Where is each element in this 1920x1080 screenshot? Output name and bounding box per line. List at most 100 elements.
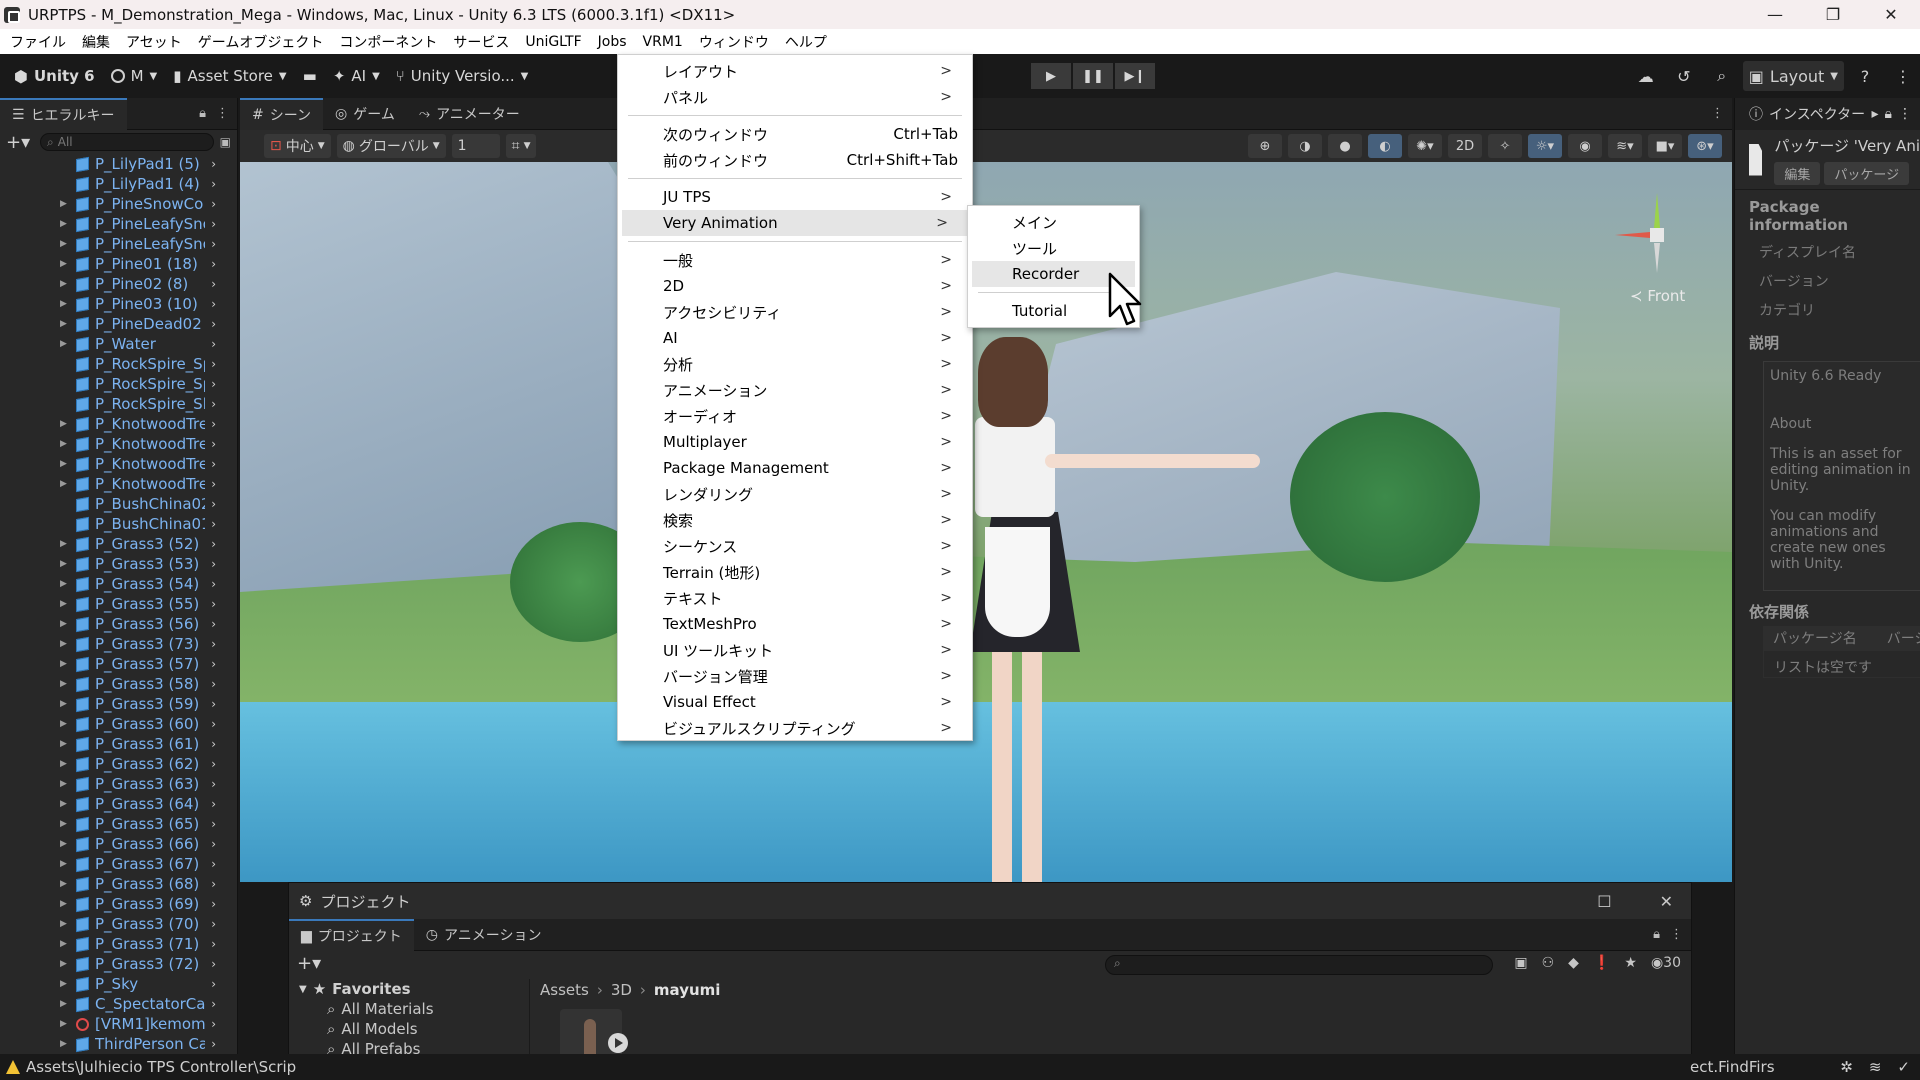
chevron-right-icon[interactable]: › [211, 457, 216, 471]
hierarchy-item[interactable]: ▶ P_KnotwoodTre › [0, 434, 222, 454]
menu-item[interactable]: レイアウト > [618, 58, 972, 84]
hierarchy-item[interactable]: ▶ P_KnotwoodTre › [0, 474, 222, 494]
expand-arrow-icon[interactable]: ▶ [60, 419, 72, 429]
chevron-right-icon[interactable]: › [211, 157, 216, 171]
search-options-icon[interactable]: ▣ [220, 135, 231, 149]
gizmo-z-axis[interactable] [1654, 243, 1660, 273]
expand-arrow-icon[interactable]: ▶ [60, 239, 72, 249]
hierarchy-item[interactable]: ▶ P_Grass3 (67) › [0, 854, 222, 874]
lit-toggle[interactable]: ◐ [1368, 134, 1402, 158]
submenu-item[interactable]: メイン [968, 209, 1139, 235]
hierarchy-item[interactable]: ▶P_BushChina02› [0, 494, 222, 514]
menu-item[interactable]: バージョン管理 > [618, 663, 972, 689]
asset-store-dropdown[interactable]: ▮ Asset Store ▼ [165, 61, 294, 91]
expand-arrow-icon[interactable]: ▶ [60, 879, 72, 889]
hierarchy-item[interactable]: ▶ P_Grass3 (58) › [0, 674, 222, 694]
tab-game[interactable]: ◎ ゲーム [323, 98, 407, 130]
expand-arrow-icon[interactable]: ▶ [60, 719, 72, 729]
kebab-icon[interactable]: ⋮ [1711, 106, 1724, 121]
hierarchy-item[interactable]: ▶ P_Grass3 (70) › [0, 914, 222, 934]
expand-arrow-icon[interactable]: ▶ [60, 279, 72, 289]
menu-edit[interactable]: 編集 [74, 29, 118, 54]
expand-arrow-icon[interactable]: ▶ [60, 819, 72, 829]
chevron-right-icon[interactable]: › [211, 417, 216, 431]
expand-arrow-icon[interactable]: ▶ [60, 699, 72, 709]
hierarchy-item[interactable]: ▶ P_KnotwoodTre › [0, 454, 222, 474]
hierarchy-item[interactable]: ▶ P_Grass3 (65) › [0, 814, 222, 834]
gizmos-dropdown[interactable]: ⊛▾ [1688, 134, 1722, 158]
tab-animator[interactable]: ⤳ アニメーター [407, 98, 532, 130]
chevron-right-icon[interactable]: › [211, 637, 216, 651]
menu-jobs[interactable]: Jobs [590, 29, 635, 54]
chevron-right-icon[interactable]: › [211, 597, 216, 611]
help-button[interactable]: ? [1848, 61, 1882, 91]
chevron-right-icon[interactable]: › [211, 897, 216, 911]
orientation-gizmo[interactable] [1610, 188, 1710, 288]
hierarchy-item[interactable]: ▶ P_Pine01 (18) › [0, 254, 222, 274]
menu-assets[interactable]: アセット [118, 29, 190, 54]
chevron-right-icon[interactable]: › [211, 337, 216, 351]
menu-component[interactable]: コンポーネント [331, 29, 445, 54]
warning-filter-icon[interactable]: ❗ [1593, 955, 1610, 971]
hierarchy-item[interactable]: ▶ P_Grass3 (72) › [0, 954, 222, 974]
hierarchy-item[interactable]: ▶ P_Grass3 (64) › [0, 794, 222, 814]
chevron-right-icon[interactable]: › [211, 577, 216, 591]
expand-arrow-icon[interactable]: ▶ [60, 599, 72, 609]
search-button[interactable]: ⌕ [1705, 61, 1739, 91]
chevron-right-icon[interactable]: › [211, 297, 216, 311]
hierarchy-item[interactable]: ▶ P_Grass3 (63) › [0, 774, 222, 794]
camera-dropdown[interactable]: ■▾ [1648, 134, 1682, 158]
chevron-right-icon[interactable]: › [211, 377, 216, 391]
expand-arrow-icon[interactable]: ▶ [60, 799, 72, 809]
package-button[interactable]: パッケージ [1824, 161, 1910, 185]
menu-item[interactable]: アクセシビリティ > [618, 299, 972, 325]
hierarchy-item[interactable]: ▶P_RockSpire_Sp› [0, 374, 222, 394]
type-filter-icon[interactable]: ⚇ [1542, 955, 1555, 971]
lock-icon[interactable]: 🔒︎ [199, 106, 206, 121]
chevron-right-icon[interactable]: › [211, 257, 216, 271]
menu-file[interactable]: ファイル [2, 29, 74, 54]
hierarchy-item[interactable]: ▶ P_Grass3 (60) › [0, 714, 222, 734]
expand-arrow-icon[interactable]: ▶ [60, 659, 72, 669]
space-dropdown[interactable]: ◍ グローバル ▼ [336, 134, 446, 158]
package-button[interactable]: ▬ [295, 61, 325, 91]
hierarchy-item[interactable]: ▶ C_SpectatorCa › [0, 994, 222, 1014]
visibility-toggle[interactable]: ◉ [1568, 134, 1602, 158]
chevron-right-icon[interactable]: › [211, 277, 216, 291]
hierarchy-item[interactable]: ▶ P_Grass3 (73) › [0, 634, 222, 654]
expand-arrow-icon[interactable]: ▶ [60, 199, 72, 209]
chevron-right-icon[interactable]: › [211, 657, 216, 671]
pivot-dropdown[interactable]: ⊡ 中心 ▼ [264, 134, 331, 158]
hierarchy-item[interactable]: ▶ P_Grass3 (61) › [0, 734, 222, 754]
kebab-icon[interactable]: ⋮ [1670, 927, 1683, 942]
maximize-icon[interactable]: ☐ [1597, 892, 1611, 911]
expand-arrow-icon[interactable]: ▶ [60, 679, 72, 689]
expand-arrow-icon[interactable]: ▶ [60, 919, 72, 929]
expand-arrow-icon[interactable]: ▶ [60, 319, 72, 329]
favorites-header[interactable]: ▼ ★ Favorites [289, 979, 525, 999]
status-message-right[interactable]: ect.FindFirs [1690, 1058, 1775, 1076]
search-scope-icon[interactable]: ▣ [1514, 955, 1527, 971]
menu-help[interactable]: ヘルプ [777, 29, 835, 54]
menu-item[interactable]: TextMeshPro > [618, 611, 972, 637]
hierarchy-item[interactable]: ▶ ThirdPerson Ca › [0, 1034, 222, 1054]
expand-arrow-icon[interactable]: ▶ [60, 539, 72, 549]
hierarchy-item[interactable]: ▶ P_Grass3 (66) › [0, 834, 222, 854]
chevron-right-icon[interactable]: › [211, 357, 216, 371]
gizmo-center-cube[interactable] [1650, 228, 1664, 242]
hierarchy-item[interactable]: ▶ P_Pine03 (10) › [0, 294, 222, 314]
cloud-button[interactable]: ☁ [1629, 61, 1663, 91]
expand-arrow-icon[interactable]: ▶ [60, 639, 72, 649]
breadcrumb-item[interactable]: Assets [540, 981, 589, 999]
chevron-right-icon[interactable]: › [211, 977, 216, 991]
menu-item[interactable]: 検索 > [618, 507, 972, 533]
chevron-right-icon[interactable]: › [211, 857, 216, 871]
chevron-right-icon[interactable]: › [211, 397, 216, 411]
account-dropdown[interactable]: M ▼ [103, 61, 166, 91]
debug-mode-dropdown[interactable]: ✺▾ [1408, 134, 1442, 158]
chevron-right-icon[interactable]: › [211, 197, 216, 211]
step-button[interactable]: ▶❙ [1115, 63, 1155, 89]
version-control-dropdown[interactable]: ⑂ Unity Versio... ▼ [388, 61, 537, 91]
menu-item[interactable]: 分析 > [618, 351, 972, 377]
lighting-toggle[interactable]: ✧ [1488, 134, 1522, 158]
